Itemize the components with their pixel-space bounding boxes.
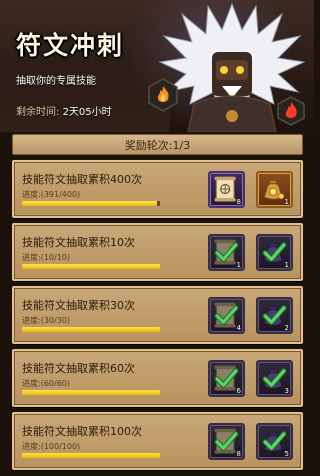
progress-count: (100/100) (40, 442, 81, 451)
task-name: 技能符文抽取累积400次 (22, 173, 142, 186)
task-card[interactable]: 技能符文抽取累积400次 进度:(391/400) 8 1 (12, 160, 303, 218)
task-name: 技能符文抽取累积10次 (22, 236, 135, 249)
reward-quantity: 1 (284, 261, 289, 269)
progress-bar (22, 390, 160, 395)
task-name: 技能符文抽取累积60次 (22, 362, 135, 375)
task-name: 技能符文抽取累积30次 (22, 299, 135, 312)
reward-slot-coin-bag[interactable]: 1 (256, 171, 293, 208)
progress-bar (22, 453, 160, 458)
progress-bar (22, 201, 160, 206)
progress-label: 进度: (22, 316, 41, 325)
task-card[interactable]: 技能符文抽取累积10次 进度:(10/10) 1 1 (12, 223, 303, 281)
reward-quantity: 8 (236, 198, 241, 206)
task-card[interactable]: 技能符文抽取累积60次 进度:(60/60) 6 3 (12, 349, 303, 407)
reward-quantity: 1 (284, 198, 289, 206)
reward-slot-potion-bag[interactable]: 5 (256, 423, 293, 460)
progress-fill (22, 327, 160, 332)
task-card[interactable]: 技能符文抽取累积30次 进度:(30/30) 4 2 (12, 286, 303, 344)
reward-quantity: 2 (284, 324, 289, 332)
reward-slot-rune-scroll[interactable]: 4 (208, 297, 245, 334)
task-card[interactable]: 技能符文抽取累积100次 进度:(100/100) 8 5 (12, 412, 303, 470)
banner-ruins-backdrop (0, 60, 170, 132)
flame-rune-icon (277, 96, 305, 126)
timer-value: 2天05小时 (62, 107, 112, 118)
timer-label: 剩余时间: (16, 107, 60, 118)
progress-count: (10/10) (40, 253, 70, 262)
task-list[interactable]: 技能符文抽取累积400次 进度:(391/400) 8 1 技能符文抽取累积10… (12, 160, 303, 475)
progress-label: 进度: (22, 253, 41, 262)
progress-bar (22, 264, 160, 269)
reward-slot-potion-bag[interactable]: 1 (256, 234, 293, 271)
reward-slot-rune-scroll[interactable]: 8 (208, 171, 245, 208)
task-progress-text: 进度:(100/100) (22, 441, 80, 452)
event-title: 符文冲刺 (16, 31, 125, 60)
reward-quantity: 1 (236, 261, 241, 269)
progress-fill (22, 453, 160, 458)
progress-count: (391/400) (40, 190, 81, 199)
progress-count: (60/60) (40, 379, 70, 388)
reward-slot-rune-scroll[interactable]: 8 (208, 423, 245, 460)
reward-slot-potion-bag[interactable]: 2 (256, 297, 293, 334)
event-subtitle: 抽取你的专属技能 (16, 76, 96, 87)
reward-quantity: 4 (236, 324, 241, 332)
fire-rune-icon (148, 78, 178, 112)
reward-quantity: 6 (236, 387, 241, 395)
progress-count: (30/30) (40, 316, 70, 325)
progress-fill (22, 264, 160, 269)
progress-label: 进度: (22, 190, 41, 199)
reward-round-header: 奖励轮次:1/3 (12, 134, 303, 155)
task-name: 技能符文抽取累积100次 (22, 425, 142, 438)
reward-quantity: 3 (284, 387, 289, 395)
rune-sprint-event-panel: 符文冲刺 抽取你的专属技能 剩余时间: 2天05小时 奖励轮次:1/3 技能符文… (0, 0, 314, 476)
reward-quantity: 8 (236, 450, 241, 458)
progress-bar (22, 327, 160, 332)
progress-label: 进度: (22, 442, 41, 451)
reward-slot-potion-bag[interactable]: 3 (256, 360, 293, 397)
reward-quantity: 5 (284, 450, 289, 458)
progress-fill (22, 390, 160, 395)
progress-fill (22, 201, 157, 206)
task-progress-text: 进度:(30/30) (22, 315, 70, 326)
reward-slot-rune-scroll[interactable]: 6 (208, 360, 245, 397)
event-timer: 剩余时间: 2天05小时 (16, 103, 112, 118)
reward-slot-rune-scroll[interactable]: 1 (208, 234, 245, 271)
task-progress-text: 进度:(60/60) (22, 378, 70, 389)
event-banner: 符文冲刺 抽取你的专属技能 剩余时间: 2天05小时 (0, 0, 314, 132)
task-progress-text: 进度:(391/400) (22, 189, 80, 200)
progress-label: 进度: (22, 379, 41, 388)
task-progress-text: 进度:(10/10) (22, 252, 70, 263)
